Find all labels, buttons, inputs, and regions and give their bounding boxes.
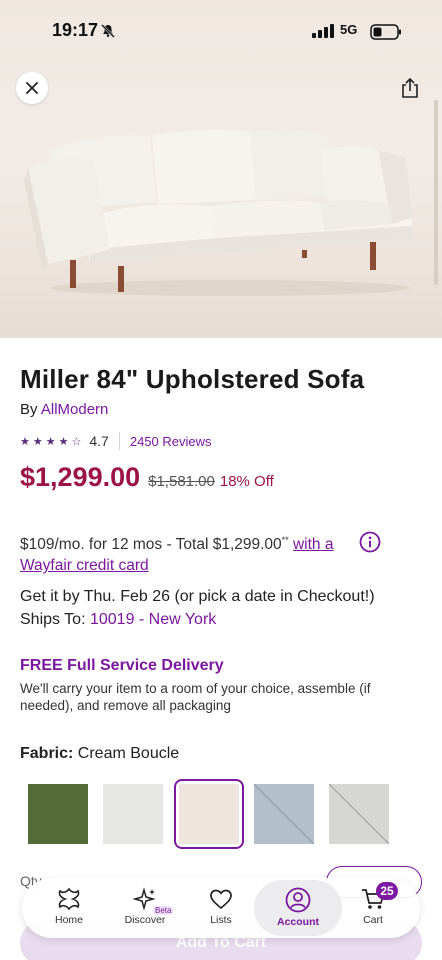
divider <box>118 432 120 450</box>
nav-lists[interactable]: Lists <box>186 878 256 938</box>
reviews-link[interactable]: 2450 Reviews <box>130 434 212 449</box>
star-icon: ★ <box>20 435 30 448</box>
swatch-green[interactable] <box>28 784 88 844</box>
nav-discover-label: Discover <box>124 914 166 926</box>
ships-to-location-link[interactable]: 10019 - New York <box>90 611 216 628</box>
star-rating: ★ ★ ★ ★ ☆ <box>20 435 81 448</box>
fabric-swatches <box>26 779 426 849</box>
home-icon <box>58 887 80 911</box>
original-price: $1,581.00 <box>148 473 215 490</box>
status-bar: 19:17 5G <box>0 0 442 62</box>
service-description: We'll carry your item to a room of your … <box>20 681 371 713</box>
heart-icon <box>210 889 232 910</box>
status-time: 19:17 <box>52 20 99 40</box>
swatch-gray[interactable] <box>329 784 389 844</box>
battery-icon <box>370 24 401 40</box>
star-icon: ★ <box>45 435 56 448</box>
cart-count-badge: 25 <box>376 882 398 900</box>
product-image-sofa[interactable] <box>20 120 420 300</box>
swatch-cream-boucle[interactable] <box>179 784 239 844</box>
product-title: Miller 84" Upholstered Sofa <box>20 364 365 394</box>
brand-link[interactable]: AllModern <box>41 401 109 418</box>
star-icon: ★ <box>58 435 69 448</box>
rating-value: 4.7 <box>89 433 109 449</box>
info-icon[interactable] <box>359 531 381 553</box>
ships-to-label: Ships To: <box>20 611 90 628</box>
fabric-selected: Cream Boucle <box>77 745 180 762</box>
fabric-option: Fabric: Cream Boucle <box>20 745 179 763</box>
financing-marker: ** <box>281 535 289 545</box>
nav-account-label: Account <box>277 916 319 928</box>
current-price: $1,299.00 <box>20 462 141 492</box>
bell-muted-icon <box>101 24 115 38</box>
nav-lists-label: Lists <box>210 914 232 926</box>
image-scrollbar[interactable] <box>434 100 438 285</box>
fabric-label: Fabric: <box>20 745 74 762</box>
nav-account[interactable]: Account <box>263 878 333 938</box>
discount-label: 18% Off <box>219 473 274 490</box>
delivery-estimate: Get it by Thu. Feb 26 (or pick a date in… <box>20 588 375 605</box>
nav-cart[interactable]: 25 Cart <box>338 878 408 938</box>
close-button[interactable] <box>16 72 48 104</box>
ships-to: Ships To: 10019 - New York <box>20 611 216 629</box>
star-icon: ★ <box>32 435 43 448</box>
nav-discover[interactable]: Beta Discover <box>110 878 180 938</box>
half-star-icon: ☆ <box>71 435 82 448</box>
bottom-navigation: Home Beta Discover Lists Account 25 Cart <box>22 878 420 938</box>
share-icon <box>402 77 418 98</box>
rating-row[interactable]: ★ ★ ★ ★ ☆ 4.7 2450 Reviews <box>20 431 212 451</box>
share-button[interactable] <box>394 72 426 104</box>
nav-cart-label: Cart <box>363 914 383 926</box>
close-icon <box>26 82 38 94</box>
product-byline: By AllModern <box>20 401 108 418</box>
nav-home-label: Home <box>54 914 83 926</box>
swatch-blue[interactable] <box>254 784 314 844</box>
product-image-area: 19:17 5G <box>0 0 442 338</box>
price-row: $1,299.00 $1,581.00 18% Off <box>20 462 274 493</box>
network-type: 5G <box>340 22 358 37</box>
swatch-white[interactable] <box>103 784 163 844</box>
nav-home[interactable]: Home <box>34 878 104 938</box>
signal-icon <box>312 24 334 38</box>
beta-badge: Beta <box>153 906 174 915</box>
account-icon <box>285 887 311 913</box>
financing-offer: $109/mo. for 12 mos - Total $1,299.00** … <box>20 530 380 576</box>
byline-prefix: By <box>20 401 41 418</box>
financing-text: $109/mo. for 12 mos - Total $1,299.00 <box>20 536 282 554</box>
service-title: FREE Full Service Delivery <box>20 657 224 674</box>
